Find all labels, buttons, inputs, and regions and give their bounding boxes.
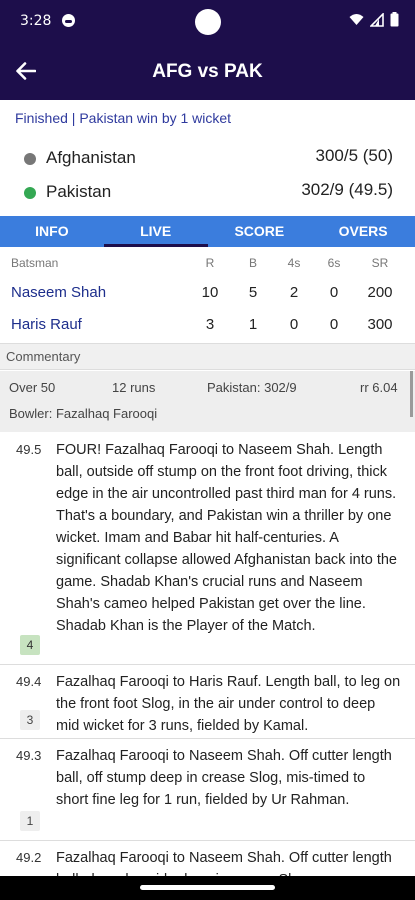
home-gesture-handle[interactable] — [140, 885, 275, 890]
runs-badge: 4 — [20, 635, 40, 655]
sixes-value: 0 — [329, 316, 339, 333]
camera-cutout — [195, 9, 221, 35]
list-item: 49.2 Fazalhaq Farooqi to Naseem Shah. Of… — [0, 841, 415, 876]
commentary-label: Commentary — [6, 349, 81, 364]
battery-icon — [390, 12, 399, 27]
ball-over-number: 49.4 — [16, 674, 42, 689]
balls-value: 5 — [248, 284, 258, 301]
wifi-icon — [349, 14, 364, 25]
tab-info[interactable]: INFO — [0, 216, 104, 247]
team-score: 300/5 (50) — [315, 146, 394, 165]
batsman-name[interactable]: Haris Rauf — [11, 316, 82, 333]
over-number: Over 50 — [9, 380, 56, 395]
column-header-sixes: 6s — [327, 256, 341, 270]
column-header-runs: R — [205, 256, 215, 270]
status-time: 3:28 — [20, 13, 52, 29]
team-name: Afghanistan — [46, 148, 136, 167]
fours-value: 2 — [289, 284, 299, 301]
column-header-balls: B — [248, 256, 257, 270]
ball-commentary-text: Fazalhaq Farooqi to Haris Rauf. Length b… — [56, 674, 401, 734]
strike-rate-value: 200 — [367, 284, 393, 301]
team-indicator-dot — [24, 153, 36, 165]
table-row[interactable]: Haris Rauf 3 1 0 0 300 — [0, 308, 415, 340]
table-header-row: Batsman R B 4s 6s SR — [0, 248, 415, 276]
ball-commentary-text: FOUR! Fazalhaq Farooqi to Naseem Shah. L… — [56, 442, 397, 634]
team-score-summary: Pakistan: 302/9 — [207, 380, 297, 395]
over-summary: Over 50 12 runs Pakistan: 302/9 rr 6.04 … — [0, 371, 415, 432]
list-item: 49.5 4 FOUR! Fazalhaq Farooqi to Naseem … — [0, 433, 415, 665]
strike-rate-value: 300 — [367, 316, 393, 333]
system-nav-bar — [0, 876, 415, 900]
ball-over-number: 49.3 — [16, 748, 42, 763]
page-title: AFG vs PAK — [152, 61, 263, 82]
notification-app-icon — [62, 14, 75, 27]
app-bar: AFG vs PAK — [0, 42, 415, 100]
batsman-name[interactable]: Naseem Shah — [11, 284, 106, 301]
batting-table: Batsman R B 4s 6s SR Naseem Shah 10 5 2 … — [0, 248, 415, 340]
status-bar: 3:28 — [0, 0, 415, 42]
balls-value: 1 — [248, 316, 258, 333]
sixes-value: 0 — [329, 284, 339, 301]
runs-value: 3 — [205, 316, 215, 333]
runs-badge: 1 — [20, 811, 40, 831]
team-name: Pakistan — [46, 182, 112, 201]
signal-icon — [370, 12, 384, 27]
team-row-afghanistan: Afghanistan 300/5 (50) — [0, 144, 415, 174]
ball-commentary-text: Fazalhaq Farooqi to Naseem Shah. Off cut… — [56, 850, 392, 876]
ball-over-number: 49.5 — [16, 442, 42, 457]
team-row-pakistan: Pakistan 302/9 (49.5) — [0, 178, 415, 208]
over-runs: 12 runs — [112, 380, 156, 395]
run-rate: rr 6.04 — [360, 380, 398, 395]
status-icons — [349, 12, 399, 27]
match-result: Finished | Pakistan win by 1 wicket — [15, 110, 232, 126]
column-header-fours: 4s — [287, 256, 301, 270]
column-header-strike-rate: SR — [371, 256, 389, 270]
commentary-section-header: Commentary — [0, 343, 415, 370]
scrollbar[interactable] — [410, 371, 413, 417]
team-indicator-dot — [24, 187, 36, 199]
tab-live[interactable]: LIVE — [103, 216, 208, 247]
tab-score[interactable]: SCORE — [208, 216, 312, 247]
list-item: 49.4 3 Fazalhaq Farooqi to Haris Rauf. L… — [0, 665, 415, 739]
ball-over-number: 49.2 — [16, 850, 42, 865]
runs-value: 10 — [201, 284, 219, 301]
team-score: 302/9 (49.5) — [301, 180, 393, 199]
table-row[interactable]: Naseem Shah 10 5 2 0 200 — [0, 276, 415, 308]
bowler-name: Bowler: Fazalhaq Farooqi — [9, 406, 158, 421]
list-item: 49.3 1 Fazalhaq Farooqi to Naseem Shah. … — [0, 739, 415, 841]
runs-badge: 3 — [20, 710, 40, 730]
column-header-batsman: Batsman — [11, 256, 59, 270]
tab-bar: INFO LIVE SCORE OVERS — [0, 216, 415, 247]
ball-commentary-text: Fazalhaq Farooqi to Naseem Shah. Off cut… — [56, 748, 392, 808]
fours-value: 0 — [289, 316, 299, 333]
tab-overs[interactable]: OVERS — [311, 216, 415, 247]
